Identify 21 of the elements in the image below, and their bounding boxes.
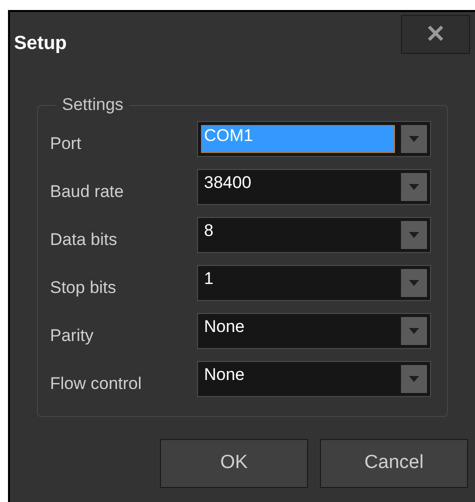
dropdown[interactable]: 38400: [197, 168, 431, 204]
field-label: Parity: [50, 324, 94, 347]
dropdown[interactable]: 1: [197, 264, 431, 300]
caret-icon[interactable]: [401, 316, 427, 344]
field-label: Data bits: [50, 228, 118, 251]
dropdown[interactable]: 8: [197, 216, 431, 252]
dropdown[interactable]: None: [197, 312, 431, 348]
close-button[interactable]: ✕: [401, 15, 470, 54]
caret-icon[interactable]: [401, 172, 427, 200]
dialog-button[interactable]: OK: [160, 438, 308, 488]
window-title: Setup: [14, 32, 67, 56]
field-label: Flow control: [50, 372, 143, 395]
caret-icon[interactable]: [401, 268, 427, 296]
field-label: Baud rate: [50, 180, 125, 203]
caret-icon[interactable]: [401, 220, 427, 248]
caret-icon[interactable]: [401, 124, 427, 152]
caret-icon[interactable]: [401, 364, 427, 392]
field-label: Port: [50, 132, 82, 155]
dialog-button[interactable]: Cancel: [320, 438, 468, 488]
dropdown[interactable]: None: [197, 360, 431, 396]
field-label: Stop bits: [50, 276, 118, 299]
